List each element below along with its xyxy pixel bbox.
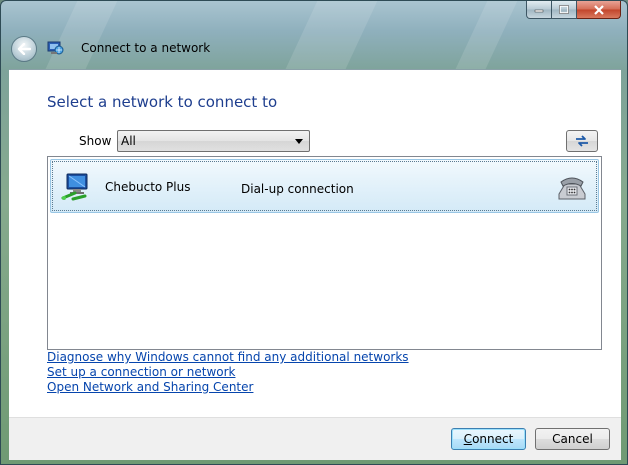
connect-button[interactable]: Connect: [451, 428, 526, 450]
minimize-icon: [534, 9, 544, 12]
diagnose-link[interactable]: Diagnose why Windows cannot find any add…: [47, 350, 409, 364]
page-heading: Select a network to connect to: [47, 93, 278, 111]
network-computer-icon: [61, 173, 88, 201]
close-icon: [593, 4, 604, 15]
refresh-icon: [576, 135, 588, 147]
connect-accelerator: C: [463, 432, 473, 446]
maximize-button[interactable]: [552, 1, 577, 19]
title-glass-streak: [454, 1, 518, 71]
maximize-icon: [559, 5, 569, 14]
title-glass-streak: [44, 1, 118, 71]
refresh-button[interactable]: [566, 130, 598, 152]
dialog-footer: Connect Cancel: [9, 417, 621, 460]
network-globe-icon: [47, 41, 64, 55]
back-arrow-icon: [17, 43, 31, 55]
back-button[interactable]: [11, 36, 37, 62]
setup-connection-link[interactable]: Set up a connection or network: [47, 365, 235, 379]
content-area: Select a network to connect to Show All: [9, 69, 621, 418]
dropdown-arrow-icon: [295, 139, 303, 144]
network-sharing-center-link[interactable]: Open Network and Sharing Center: [47, 380, 253, 394]
network-list-item[interactable]: Chebucto Plus Dial-up connection: [50, 159, 599, 213]
network-type: Dial-up connection: [241, 182, 354, 196]
show-filter-dropdown[interactable]: All: [117, 130, 310, 152]
network-name: Chebucto Plus: [105, 180, 191, 194]
dialog-window: Connect to a network Select a network to…: [0, 0, 628, 465]
minimize-button[interactable]: [526, 1, 552, 19]
telephone-icon: [558, 177, 586, 200]
cancel-button[interactable]: Cancel: [535, 428, 610, 450]
close-button[interactable]: [577, 1, 621, 19]
caption-buttons: [526, 1, 621, 21]
show-label: Show: [79, 134, 112, 148]
title-glass-streak: [284, 1, 378, 71]
connect-label: onnect: [472, 432, 514, 446]
window-title: Connect to a network: [81, 41, 211, 55]
show-filter-value: All: [121, 134, 136, 148]
network-list[interactable]: Chebucto Plus Dial-up connection: [47, 156, 602, 350]
